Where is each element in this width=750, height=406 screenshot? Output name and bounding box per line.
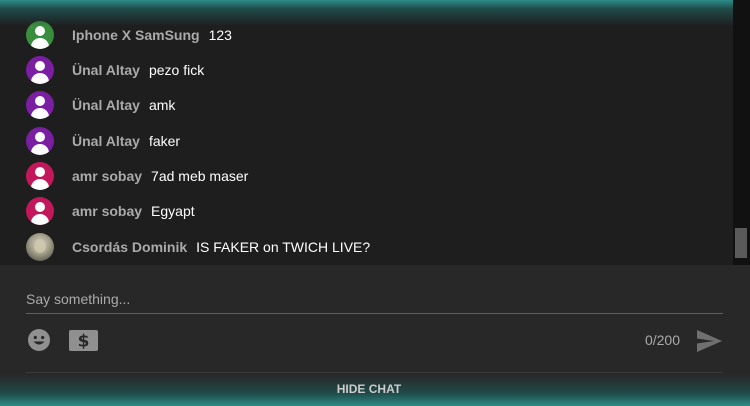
message-text: faker: [148, 133, 181, 149]
avatar-body: [31, 108, 49, 119]
avatar-body: [31, 144, 49, 155]
chat-message: Ünal Altay pezo fick: [26, 56, 204, 84]
message-author[interactable]: amr sobay: [72, 203, 142, 219]
avatar-body: [31, 73, 49, 84]
avatar-body: [31, 38, 49, 49]
message-author[interactable]: Ünal Altay: [72, 97, 140, 113]
dollar-icon[interactable]: $: [69, 330, 98, 351]
chat-message: Ünal Altay faker: [26, 127, 180, 155]
message-text: IS FAKER on TWICH LIVE?: [196, 239, 371, 255]
avatar-photo: [34, 239, 46, 253]
avatar[interactable]: [26, 56, 54, 84]
avatar[interactable]: [26, 197, 54, 225]
avatar[interactable]: [26, 127, 54, 155]
character-counter: 0/200: [644, 332, 680, 348]
chat-message: Ünal Altay amk: [26, 91, 175, 119]
message-input[interactable]: Say something...: [26, 287, 723, 314]
avatar-head: [35, 202, 45, 212]
divider: [26, 372, 723, 373]
svg-text:$: $: [78, 332, 90, 352]
message-text: amk: [148, 97, 176, 113]
message-author[interactable]: Csordás Dominik: [72, 239, 187, 255]
live-chat-panel: Iphone X SamSung 123 Ünal Altay pezo fic…: [0, 0, 750, 406]
chat-message-list[interactable]: Iphone X SamSung 123 Ünal Altay pezo fic…: [0, 0, 733, 265]
message-author[interactable]: amr sobay: [72, 168, 142, 184]
avatar-head: [35, 61, 45, 71]
message-author[interactable]: Ünal Altay: [72, 133, 140, 149]
message-text: 123: [208, 27, 232, 43]
avatar-head: [35, 167, 45, 177]
avatar[interactable]: [26, 91, 54, 119]
avatar-body: [31, 214, 49, 225]
message-text: Egyapt: [151, 203, 195, 219]
avatar-body: [31, 179, 49, 190]
chat-message: Csordás Dominik IS FAKER on TWICH LIVE?: [26, 233, 370, 261]
avatar-head: [35, 132, 45, 142]
avatar[interactable]: [26, 233, 54, 261]
avatar[interactable]: [26, 162, 54, 190]
message-author[interactable]: Ünal Altay: [72, 62, 140, 78]
message-text: pezo fick: [148, 62, 205, 78]
scrollbar-track[interactable]: [733, 0, 750, 265]
send-icon[interactable]: [697, 330, 722, 352]
avatar-head: [35, 26, 45, 36]
chat-message: amr sobay 7ad meb maser: [26, 162, 248, 190]
scrollbar-thumb[interactable]: [735, 228, 747, 258]
chat-message: amr sobay Egyapt: [26, 197, 195, 225]
message-text: 7ad meb maser: [151, 168, 249, 184]
avatar[interactable]: [26, 21, 54, 49]
chat-message: Iphone X SamSung 123: [26, 21, 232, 49]
message-author[interactable]: Iphone X SamSung: [72, 27, 200, 43]
emoji-icon[interactable]: [27, 328, 51, 352]
hide-chat-button[interactable]: HIDE CHAT: [0, 378, 738, 400]
avatar-head: [35, 96, 45, 106]
